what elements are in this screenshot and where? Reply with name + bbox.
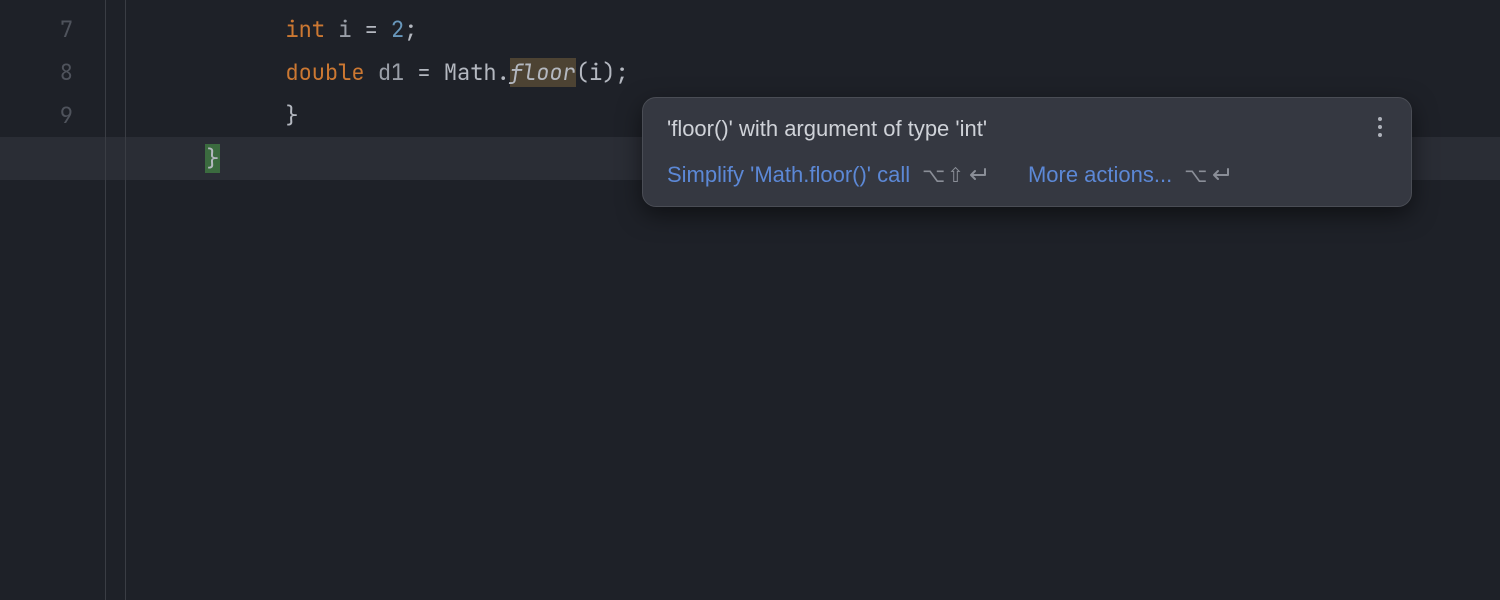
tooltip-title: 'floor()' with argument of type 'int' <box>667 116 987 142</box>
number-literal: 2 <box>391 15 404 44</box>
shift-key-icon: ⇧ <box>947 163 964 188</box>
code-area[interactable]: int i = 2; double d1 = Math.floor(i); } … <box>127 0 1500 600</box>
variable: i <box>338 15 351 44</box>
keyword: int <box>285 15 325 44</box>
more-vertical-icon[interactable] <box>1373 116 1387 142</box>
enter-key-icon <box>1209 167 1231 183</box>
line-number-gutter: 7 8 9 10 <box>0 0 105 600</box>
option-key-icon: ⌥ <box>1184 163 1207 188</box>
tooltip-actions: Simplify 'Math.floor()' call ⌥ ⇧ More ac… <box>667 162 1387 188</box>
shortcut-hint: ⌥ ⇧ <box>922 163 988 188</box>
tooltip-header: 'floor()' with argument of type 'int' <box>667 116 1387 142</box>
warning-highlight: floor <box>510 58 576 87</box>
gutter-border <box>105 0 106 600</box>
action-label: Simplify 'Math.floor()' call <box>667 162 910 188</box>
gutter-border <box>125 0 126 600</box>
code-line[interactable]: double d1 = Math.floor(i); <box>127 51 1500 94</box>
matching-brace: } <box>205 144 220 173</box>
shortcut-hint: ⌥ <box>1184 163 1231 188</box>
more-actions[interactable]: More actions... ⌥ <box>1028 162 1231 188</box>
keyword: double <box>285 58 364 87</box>
line-number[interactable]: 8 <box>0 51 105 94</box>
line-number[interactable]: 7 <box>0 8 105 51</box>
brace: } <box>285 101 298 130</box>
inspection-tooltip: 'floor()' with argument of type 'int' Si… <box>642 97 1412 207</box>
code-editor: 7 8 9 10 int i = 2; double d1 = Math.flo… <box>0 0 1500 600</box>
code-line[interactable]: int i = 2; <box>127 8 1500 51</box>
option-key-icon: ⌥ <box>922 163 945 188</box>
simplify-action[interactable]: Simplify 'Math.floor()' call ⌥ ⇧ <box>667 162 988 188</box>
action-label: More actions... <box>1028 162 1172 188</box>
enter-key-icon <box>966 167 988 183</box>
line-number[interactable]: 9 <box>0 94 105 137</box>
variable: d1 <box>378 58 404 87</box>
